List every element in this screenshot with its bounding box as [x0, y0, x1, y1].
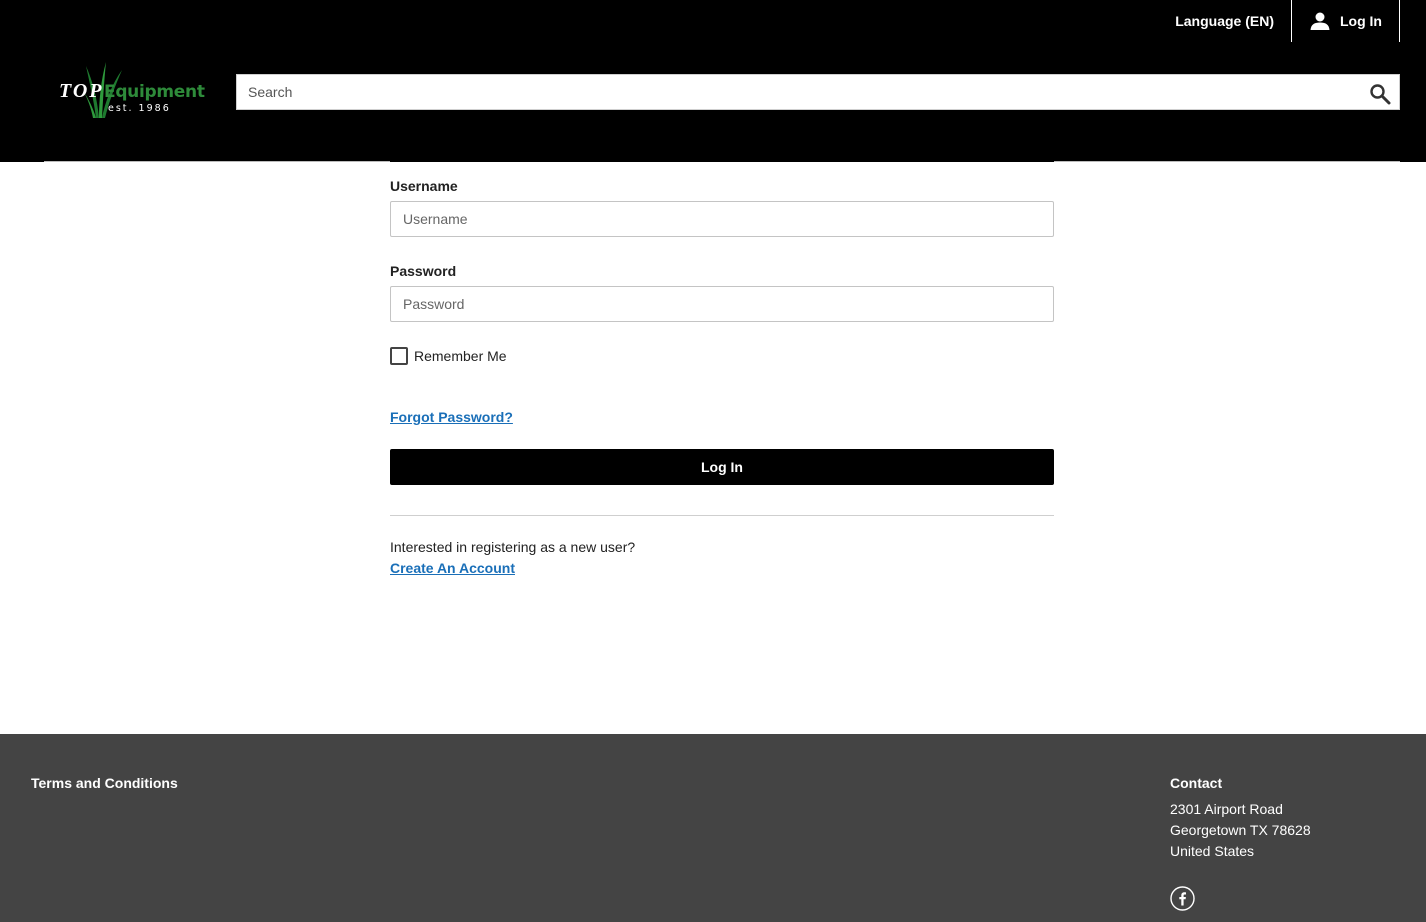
address-line-1: 2301 Airport Road: [1170, 801, 1283, 817]
language-selector[interactable]: Language (EN): [1158, 0, 1291, 42]
username-label: Username: [390, 178, 458, 194]
header-underline-left: [44, 161, 390, 162]
login-form: Username Password Remember Me Forgot Pas…: [390, 178, 1054, 578]
logo-equipment-text: Equipment: [104, 82, 205, 102]
contact-block: Contact 2301 Airport Road Georgetown TX …: [1170, 775, 1311, 862]
header-login-link[interactable]: Log In: [1291, 0, 1400, 42]
remember-me-checkbox[interactable]: [390, 347, 408, 365]
address-line-3: United States: [1170, 843, 1255, 859]
search-bar: [236, 74, 1400, 110]
terms-link[interactable]: Terms and Conditions: [31, 775, 178, 791]
site-logo[interactable]: TOP Equipment est. 1986: [56, 62, 206, 122]
create-account-link[interactable]: Create An Account: [390, 560, 515, 576]
logo-est-text: est. 1986: [108, 103, 171, 114]
password-label: Password: [390, 263, 457, 279]
language-label: Language (EN): [1175, 13, 1274, 29]
site-header: Language (EN) Log In TOP Equipment est. …: [0, 0, 1426, 162]
facebook-icon[interactable]: [1170, 886, 1195, 911]
password-field[interactable]: [390, 286, 1054, 322]
divider: [390, 515, 1054, 516]
remember-me-label[interactable]: Remember Me: [414, 348, 507, 364]
forgot-password-link[interactable]: Forgot Password?: [390, 409, 513, 425]
username-field[interactable]: [390, 201, 1054, 237]
login-button[interactable]: Log In: [390, 449, 1054, 485]
header-underline-right: [1054, 161, 1400, 162]
remember-me: Remember Me: [390, 347, 1054, 365]
register-prompt: Interested in registering as a new user?: [390, 539, 636, 555]
search-icon[interactable]: [1369, 83, 1391, 105]
site-footer: Terms and Conditions Contact 2301 Airpor…: [0, 734, 1426, 922]
search-input[interactable]: [237, 75, 1399, 109]
header-login-label: Log In: [1340, 13, 1382, 29]
address-line-2: Georgetown TX 78628: [1170, 822, 1311, 838]
user-icon: [1310, 12, 1330, 30]
logo-top-text: TOP: [59, 80, 104, 102]
contact-title: Contact: [1170, 775, 1223, 791]
utility-bar: Language (EN) Log In: [1158, 0, 1400, 42]
